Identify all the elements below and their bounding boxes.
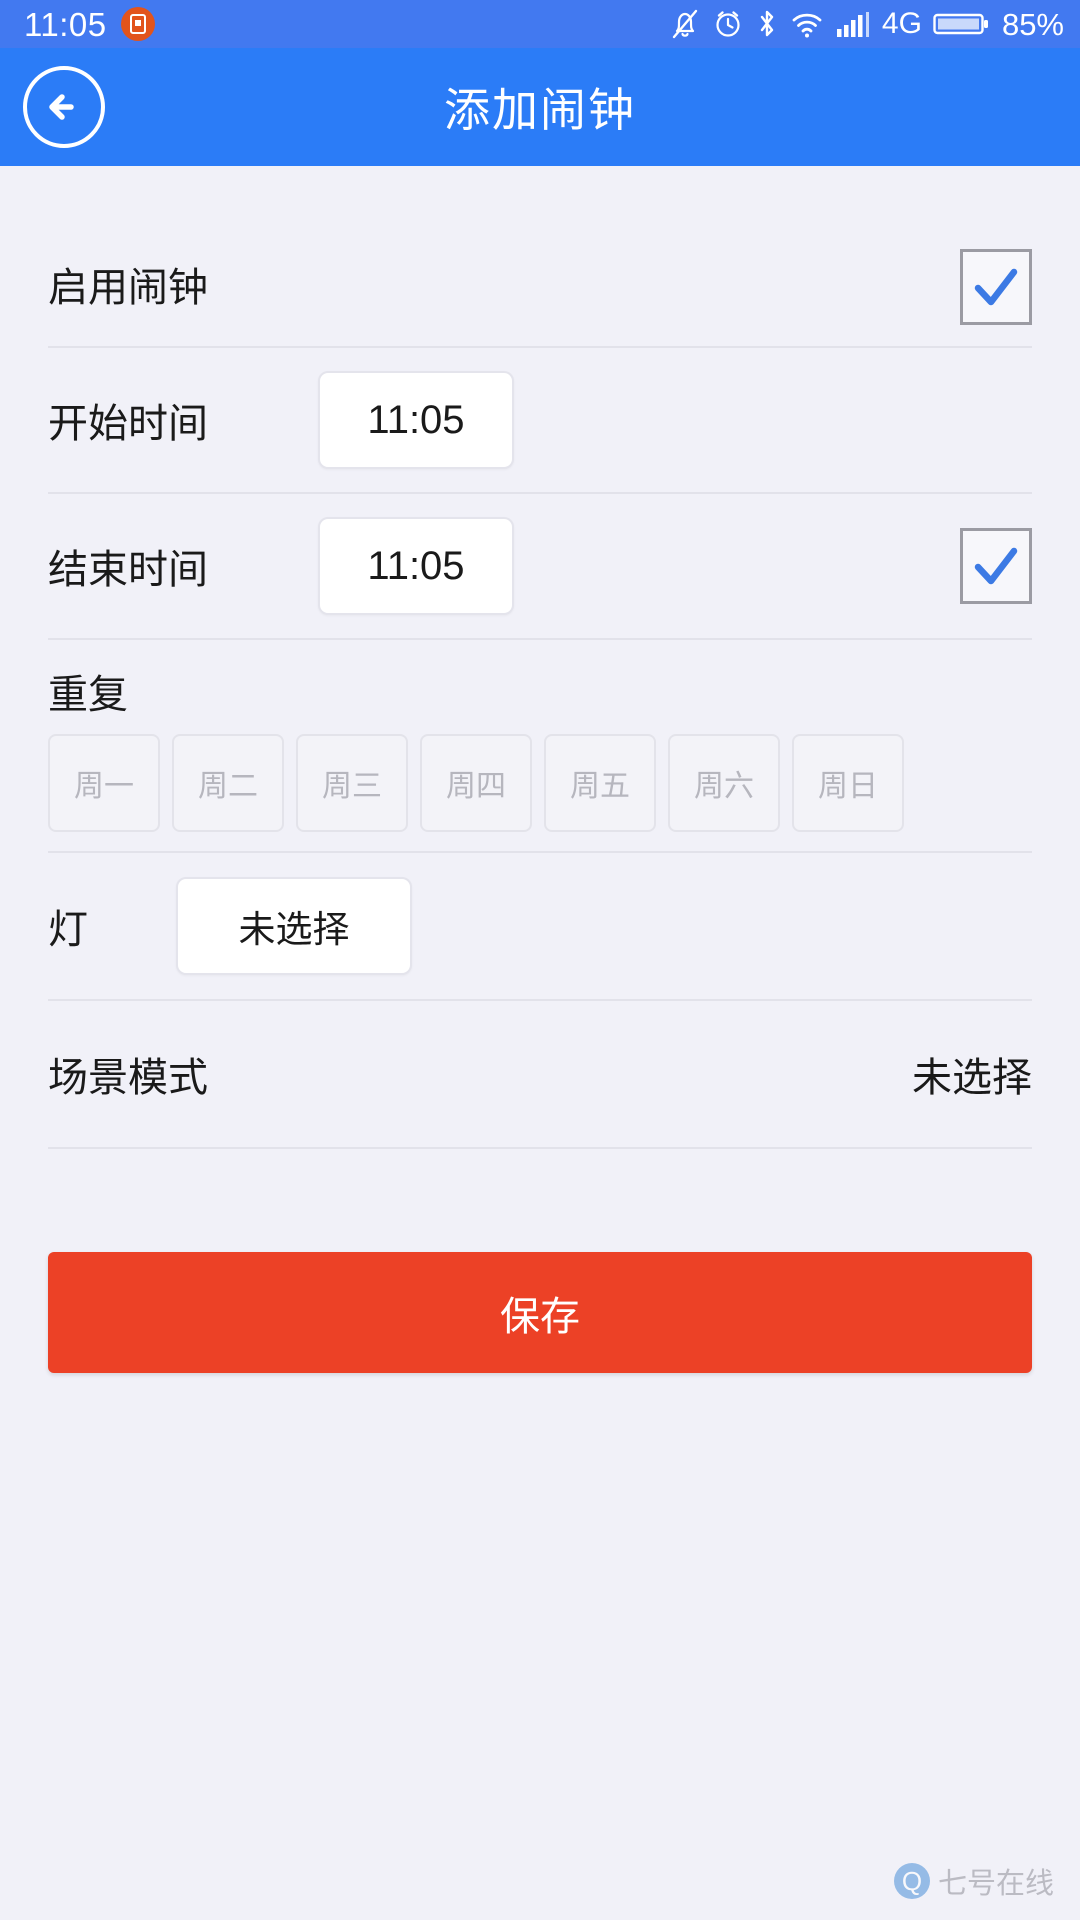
status-clock: 11:05: [24, 5, 107, 43]
weekday-tue[interactable]: 周二: [172, 734, 284, 832]
save-button[interactable]: 保存: [48, 1252, 1032, 1373]
wifi-icon: [790, 7, 824, 41]
end-time-input[interactable]: 11:05: [318, 517, 514, 615]
weekday-mon[interactable]: 周一: [48, 734, 160, 832]
bluetooth-icon: [755, 7, 779, 41]
battery-percent-label: 85%: [1001, 6, 1064, 42]
signal-bars-icon: [835, 7, 873, 41]
row-repeat: 重复 周一 周二 周三 周四 周五 周六 周日: [48, 640, 1032, 853]
weekday-thu[interactable]: 周四: [420, 734, 532, 832]
status-bar: 11:05 4G 85%: [0, 0, 1080, 48]
save-button-wrapper: 保存: [0, 1149, 1080, 1373]
start-time-label: 开始时间: [48, 402, 208, 446]
row-end-time[interactable]: 结束时间 11:05: [48, 494, 1032, 640]
check-icon: [970, 539, 1022, 593]
watermark-logo-icon: Q: [893, 1863, 930, 1899]
page-content: 启用闹钟 开始时间 11:05 结束时间 11:05 重复 周一 周二 周三 周…: [0, 166, 1080, 1920]
weekday-sat[interactable]: 周六: [668, 734, 780, 832]
back-button[interactable]: [23, 66, 105, 148]
check-icon: [970, 260, 1022, 314]
alarm-form: 启用闹钟 开始时间 11:05 结束时间 11:05 重复 周一 周二 周三 周…: [0, 166, 1080, 1149]
light-select[interactable]: 未选择: [176, 877, 412, 975]
light-label: 灯: [48, 908, 88, 952]
row-start-time[interactable]: 开始时间 11:05: [48, 348, 1032, 494]
page-title: 添加闹钟: [444, 84, 636, 136]
back-arrow-icon: [41, 87, 87, 127]
app-header: 添加闹钟: [0, 48, 1080, 166]
end-time-checkbox[interactable]: [960, 528, 1032, 604]
repeat-label: 重复: [48, 673, 128, 717]
enable-alarm-checkbox[interactable]: [960, 249, 1032, 325]
weekday-wed[interactable]: 周三: [296, 734, 408, 832]
weekday-selector: 周一 周二 周三 周四 周五 周六 周日: [48, 734, 1032, 832]
row-scene-mode[interactable]: 场景模式 未选择: [48, 1001, 1032, 1149]
mute-bell-icon: [669, 7, 701, 41]
network-type-label: 4G: [881, 7, 922, 40]
row-light[interactable]: 灯 未选择: [48, 853, 1032, 1001]
weekday-sun[interactable]: 周日: [792, 734, 904, 832]
row-enable-alarm[interactable]: 启用闹钟: [48, 166, 1032, 348]
scene-mode-label: 场景模式: [48, 1056, 208, 1100]
weekday-fri[interactable]: 周五: [544, 734, 656, 832]
watermark: Q 七号在线: [893, 1860, 1054, 1902]
start-time-input[interactable]: 11:05: [318, 371, 514, 469]
alarm-clock-icon: [712, 7, 744, 41]
watermark-text: 七号在线: [937, 1868, 1054, 1900]
scene-mode-value[interactable]: 未选择: [912, 1045, 1032, 1103]
battery-icon: [933, 7, 989, 41]
enable-alarm-label: 启用闹钟: [48, 266, 208, 310]
screenshot-icon: [120, 7, 155, 41]
status-icon-group: 4G 85%: [669, 7, 1064, 41]
end-time-label: 结束时间: [48, 548, 208, 592]
